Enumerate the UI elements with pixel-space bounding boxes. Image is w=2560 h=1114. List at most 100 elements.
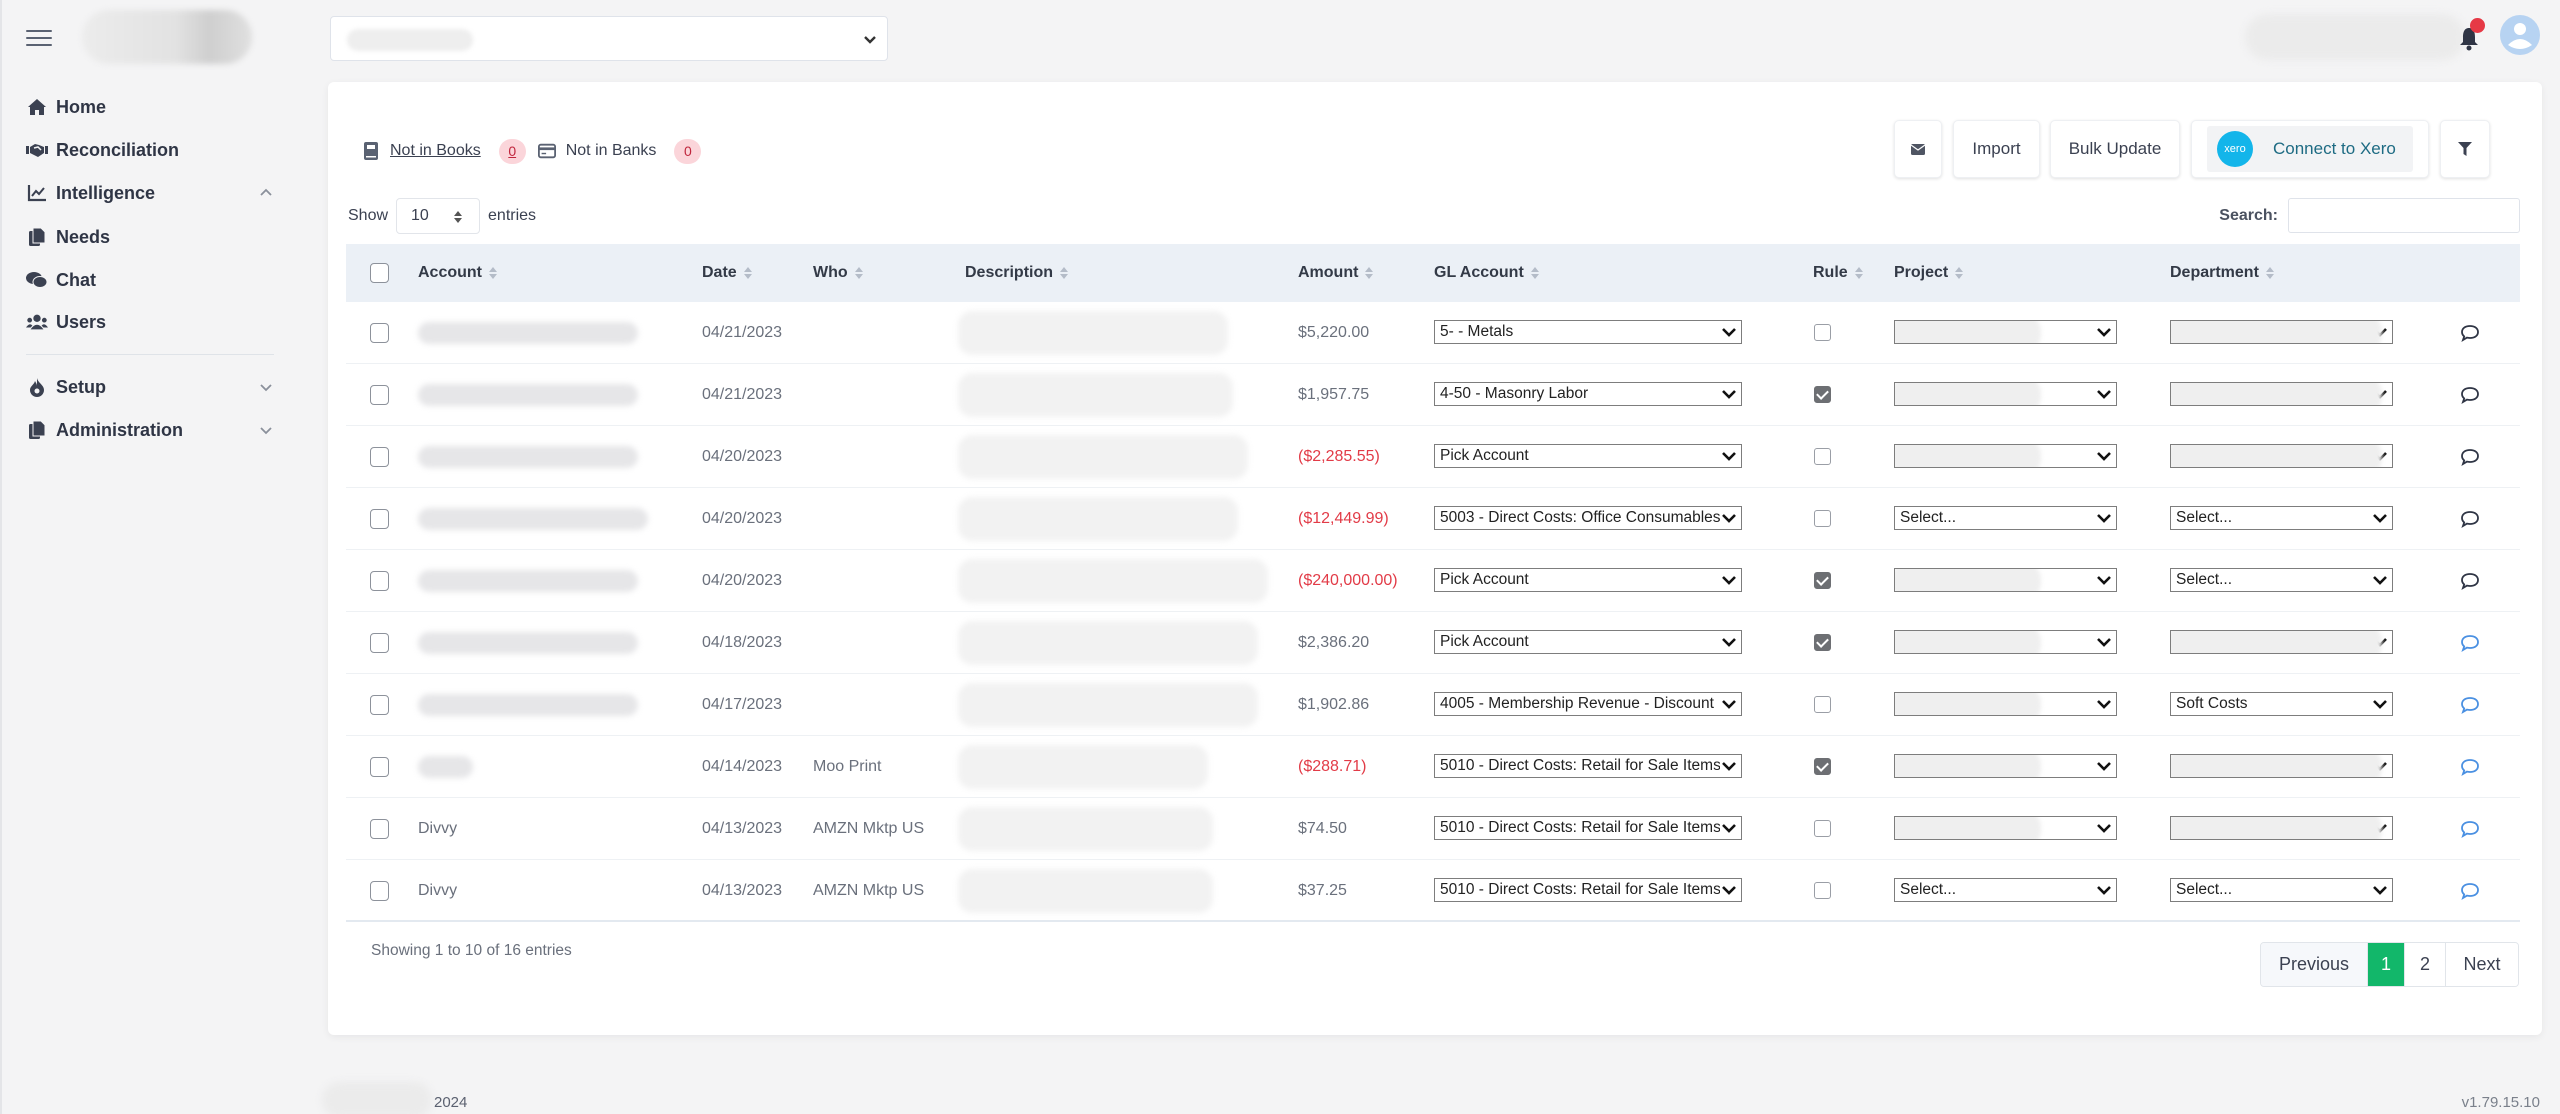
comment-icon[interactable] — [2460, 571, 2480, 591]
sidebar-item-home[interactable]: Home — [26, 92, 276, 122]
project-select[interactable] — [1894, 568, 2117, 592]
col-account[interactable]: Account — [418, 244, 498, 302]
row-checkbox[interactable] — [370, 384, 389, 405]
department-select[interactable] — [2170, 320, 2393, 344]
department-select[interactable] — [2170, 444, 2393, 468]
project-select[interactable] — [1894, 320, 2117, 344]
comment-icon[interactable] — [2460, 695, 2480, 715]
col-who[interactable]: Who — [813, 244, 864, 302]
account-redacted — [418, 631, 638, 654]
gl-account-select[interactable]: 5003 - Direct Costs: Office Consumables — [1434, 506, 1742, 530]
rule-checkbox[interactable] — [1814, 572, 1831, 589]
department-select[interactable]: Select... — [2170, 506, 2393, 530]
chevron-down-icon[interactable] — [256, 377, 276, 397]
department-select[interactable] — [2170, 816, 2393, 840]
select-all-checkbox[interactable] — [370, 244, 389, 302]
rule-checkbox[interactable] — [1814, 882, 1831, 899]
comment-icon[interactable] — [2460, 757, 2480, 777]
gl-account-select[interactable]: 5- - Metals — [1434, 320, 1742, 344]
row-checkbox[interactable] — [370, 508, 389, 529]
col-description[interactable]: Description — [965, 244, 1069, 302]
chevron-up-icon[interactable] — [256, 183, 276, 203]
rule-checkbox[interactable] — [1814, 758, 1831, 775]
row-checkbox[interactable] — [370, 880, 389, 901]
sidebar-item-reconciliation[interactable]: Reconciliation — [26, 135, 276, 165]
comment-icon[interactable] — [2460, 881, 2480, 901]
col-rule[interactable]: Rule — [1813, 244, 1864, 302]
department-select[interactable] — [2170, 630, 2393, 654]
rule-checkbox[interactable] — [1814, 696, 1831, 713]
project-select[interactable]: Select... — [1894, 506, 2117, 530]
company-select[interactable] — [330, 16, 888, 61]
bulk-update-button[interactable]: Bulk Update — [2050, 120, 2180, 178]
col-department[interactable]: Department — [2170, 244, 2275, 302]
tab-not-in-books[interactable]: Not in Books 0 — [362, 138, 538, 164]
connect-to-xero-button[interactable]: xero Connect to Xero — [2191, 120, 2429, 178]
comment-icon[interactable] — [2460, 447, 2480, 467]
email-button[interactable] — [1894, 120, 1942, 178]
project-select[interactable] — [1894, 630, 2117, 654]
comment-icon[interactable] — [2460, 633, 2480, 653]
import-button[interactable]: Import — [1953, 120, 2040, 178]
gl-account-select[interactable]: Pick Account — [1434, 630, 1742, 654]
project-select[interactable] — [1894, 382, 2117, 406]
comment-icon[interactable] — [2460, 323, 2480, 343]
project-select[interactable] — [1894, 692, 2117, 716]
hamburger-menu-icon[interactable] — [26, 30, 52, 48]
comment-icon[interactable] — [2460, 819, 2480, 839]
rule-checkbox[interactable] — [1814, 324, 1831, 341]
rule-checkbox[interactable] — [1814, 510, 1831, 527]
sidebar-item-intelligence[interactable]: Intelligence — [26, 178, 276, 208]
department-select[interactable]: Select... — [2170, 568, 2393, 592]
search-control: Search: — [2219, 198, 2520, 233]
sidebar-item-chat[interactable]: Chat — [26, 265, 276, 295]
row-checkbox[interactable] — [370, 818, 389, 839]
department-select[interactable] — [2170, 754, 2393, 778]
search-input[interactable] — [2288, 198, 2520, 233]
row-checkbox[interactable] — [370, 632, 389, 653]
page-length-select[interactable]: 10 — [396, 198, 481, 234]
gl-account-select[interactable]: 5010 - Direct Costs: Retail for Sale Ite… — [1434, 878, 1742, 902]
comment-icon[interactable] — [2460, 385, 2480, 405]
col-amount[interactable]: Amount — [1298, 244, 1374, 302]
gl-account-select[interactable]: 4-50 - Masonry Labor — [1434, 382, 1742, 406]
next-page-button[interactable]: Next — [2446, 943, 2518, 986]
rule-checkbox[interactable] — [1814, 448, 1831, 465]
page-2-button[interactable]: 2 — [2405, 943, 2446, 986]
rule-checkbox[interactable] — [1814, 386, 1831, 403]
row-checkbox[interactable] — [370, 446, 389, 467]
department-select[interactable] — [2170, 382, 2393, 406]
rule-checkbox[interactable] — [1814, 820, 1831, 837]
comment-icon[interactable] — [2460, 509, 2480, 529]
row-checkbox[interactable] — [370, 756, 389, 777]
project-select[interactable] — [1894, 754, 2117, 778]
gl-account-select[interactable]: Pick Account — [1434, 444, 1742, 468]
chevron-down-icon[interactable] — [256, 420, 276, 440]
logo[interactable] — [82, 10, 252, 64]
sidebar-item-users[interactable]: Users — [26, 307, 276, 337]
sidebar-item-setup[interactable]: Setup — [26, 372, 276, 402]
sidebar-item-administration[interactable]: Administration — [26, 415, 276, 445]
col-date[interactable]: Date — [702, 244, 753, 302]
tab-not-in-banks[interactable]: Not in Banks 0 — [537, 138, 714, 164]
rule-checkbox[interactable] — [1814, 634, 1831, 651]
project-select[interactable] — [1894, 816, 2117, 840]
gl-account-select[interactable]: 5010 - Direct Costs: Retail for Sale Ite… — [1434, 754, 1742, 778]
gl-account-select[interactable]: 5010 - Direct Costs: Retail for Sale Ite… — [1434, 816, 1742, 840]
department-select[interactable]: Soft Costs — [2170, 692, 2393, 716]
project-select[interactable] — [1894, 444, 2117, 468]
page-1-button[interactable]: 1 — [2368, 943, 2405, 986]
row-checkbox[interactable] — [370, 570, 389, 591]
project-select[interactable]: Select... — [1894, 878, 2117, 902]
sidebar-item-needs[interactable]: Needs — [26, 222, 276, 252]
avatar[interactable] — [2500, 15, 2540, 55]
department-select[interactable]: Select... — [2170, 878, 2393, 902]
row-checkbox[interactable] — [370, 322, 389, 343]
gl-account-select[interactable]: 4005 - Membership Revenue - Discount — [1434, 692, 1742, 716]
row-checkbox[interactable] — [370, 694, 389, 715]
gl-account-select[interactable]: Pick Account — [1434, 568, 1742, 592]
filter-button[interactable] — [2440, 120, 2490, 178]
previous-page-button[interactable]: Previous — [2261, 943, 2368, 986]
col-gl-account[interactable]: GL Account — [1434, 244, 1540, 302]
col-project[interactable]: Project — [1894, 244, 1964, 302]
